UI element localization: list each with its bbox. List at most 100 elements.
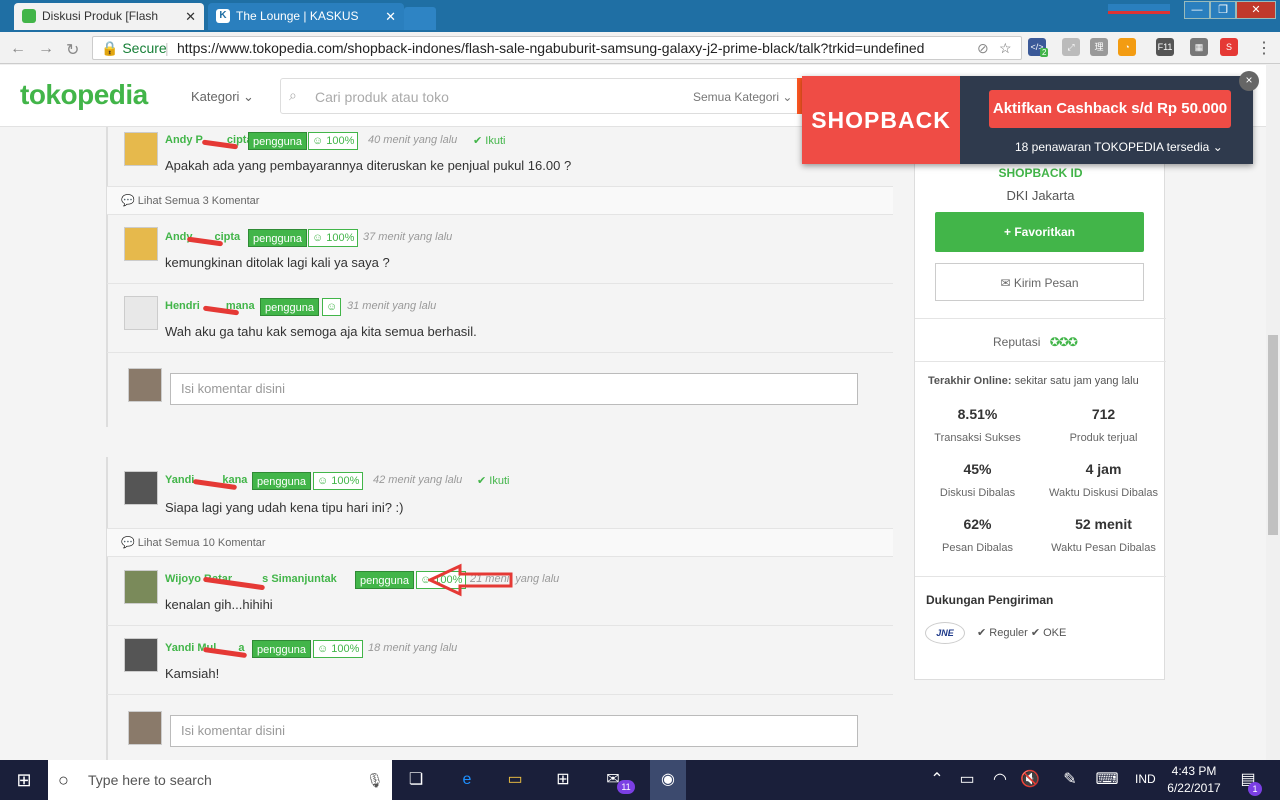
comment-icon: 💬 [121, 537, 135, 549]
pen-icon[interactable]: ✎ [1058, 768, 1082, 792]
comment-item: Hendri mana pengguna ☺ 31 menit yang lalu… [107, 284, 893, 353]
offers-dropdown[interactable]: 18 penawaran TOKOPEDIA tersedia ⌄ [1015, 140, 1223, 154]
avatar[interactable] [124, 638, 158, 672]
maximize-icon[interactable]: ❐ [1210, 1, 1236, 19]
file-explorer-icon[interactable]: ▭ [503, 768, 527, 792]
battery-icon[interactable]: ▭ [955, 768, 979, 792]
see-all-comments-link[interactable]: 💬 Lihat Semua 10 Komentar [107, 529, 893, 557]
stat-diskusi: 45% Diskusi Dibalas [939, 461, 1016, 499]
rss-icon[interactable]: ◔ [1118, 38, 1136, 56]
task-view-icon[interactable]: ❏ [404, 768, 428, 792]
microphone-icon[interactable]: 🎙 [366, 760, 384, 800]
search-icon: ⌕ [289, 87, 297, 103]
discussion-question: Andy Pcipta pengguna ☺ 100% 40 menit yan… [107, 128, 893, 187]
extension-icon[interactable]: 理 [1090, 38, 1108, 56]
search-category-select[interactable]: Semua Kategori ⌄ [693, 90, 792, 104]
lock-icon: 🔒 [101, 40, 119, 56]
tokopedia-logo[interactable]: tokopedia [20, 79, 148, 111]
forward-icon[interactable]: → [38, 40, 54, 58]
extension-icon[interactable]: ⤢ [1062, 38, 1080, 56]
question-text: Apakah ada yang pembayarannya diteruskan… [165, 158, 572, 173]
timestamp: 18 menit yang lalu [368, 642, 458, 654]
extension-icon[interactable]: ▦ [1190, 38, 1208, 56]
user-badge: pengguna [248, 229, 307, 247]
chrome-icon[interactable]: ◉ [650, 760, 686, 800]
extension-icon[interactable]: F11 [1156, 38, 1174, 56]
user-badge: pengguna [252, 472, 311, 490]
smile-icon: ☺ [312, 135, 324, 147]
see-all-comments-link[interactable]: 💬 Lihat Semua 3 Komentar [107, 187, 893, 215]
follow-button[interactable]: ✔ Ikuti [473, 134, 505, 147]
smile-icon: ☺ [312, 232, 324, 244]
comment-input[interactable]: Isi komentar disini [170, 715, 858, 747]
volume-muted-icon[interactable]: 🔇 [1018, 768, 1042, 792]
comment-icon: 💬 [121, 195, 135, 207]
stat-pesan: 62% Pesan Dibalas [942, 516, 1013, 554]
profile-button[interactable] [1108, 4, 1170, 14]
tab-the-lounge[interactable]: K The Lounge | KASKUS ✕ [208, 3, 404, 30]
favorite-button[interactable]: + Favoritkan [935, 212, 1144, 252]
reputation-badge: ☺ 100% [313, 640, 364, 658]
smile-icon: ☺ [317, 475, 329, 487]
user-badge: pengguna [248, 132, 307, 150]
stat-produk: 712 Produk terjual [1069, 406, 1138, 444]
timestamp: 31 menit yang lalu [347, 300, 437, 312]
avatar[interactable] [124, 132, 158, 166]
edge-browser-icon[interactable]: e [455, 768, 479, 792]
shopback-popup: SHOPBACK Aktifkan Cashback s/d Rp 50.000… [802, 76, 1253, 164]
cortana-icon: ○ [58, 770, 69, 790]
send-message-button[interactable]: ✉ Kirim Pesan [935, 263, 1144, 301]
avatar[interactable] [124, 471, 158, 505]
comment-text: kemungkinan ditolak lagi kali ya saya ? [165, 255, 390, 270]
user-badge: pengguna [260, 298, 319, 316]
comment-text: kenalan gih...hihihi [165, 597, 273, 612]
wifi-icon[interactable]: ◠ [988, 768, 1012, 792]
keyboard-icon[interactable]: ⌨ [1095, 768, 1119, 792]
shop-name[interactable]: SHOPBACK ID [915, 166, 1166, 180]
check-icon: ✔ [477, 475, 487, 487]
minimize-icon[interactable]: — [1184, 1, 1210, 19]
chevron-down-icon: ⌄ [243, 89, 254, 104]
search-box[interactable]: ⌕ Cari produk atau toko Semua Kategori ⌄ [280, 78, 800, 114]
page-scrollbar[interactable] [1266, 65, 1280, 760]
search-input[interactable]: Cari produk atau toko [315, 89, 449, 105]
store-icon[interactable]: ⊞ [551, 768, 575, 792]
close-tab-icon[interactable]: ✕ [185, 3, 196, 30]
shopback-logo: SHOPBACK [802, 76, 960, 164]
comment-input[interactable]: Isi komentar disini [170, 373, 858, 405]
current-user-avatar [128, 711, 162, 745]
show-hidden-icons-icon[interactable]: ⌃ [925, 768, 949, 792]
avatar[interactable] [124, 570, 158, 604]
tab-diskusi-produk[interactable]: Diskusi Produk [Flash Sal ✕ [14, 3, 204, 50]
windows-start-icon[interactable]: ⊞ [0, 760, 48, 800]
mail-badge: 11 [617, 780, 635, 794]
new-tab-button[interactable] [404, 7, 436, 30]
stat-waktu-pesan: 52 menit Waktu Pesan Dibalas [1051, 516, 1156, 554]
discussion-thread: Yandi kana pengguna ☺ 100% 42 menit yang … [106, 457, 893, 760]
clock-date: 6/22/2017 [1167, 781, 1221, 795]
reload-icon[interactable]: ↻ [66, 40, 79, 60]
close-popup-icon[interactable]: × [1239, 71, 1259, 91]
address-bar[interactable]: 🔒 Secure | https://www.tokopedia.com/sho… [92, 36, 1022, 60]
close-tab-icon[interactable]: ✕ [385, 3, 396, 30]
language-indicator[interactable]: IND [1135, 772, 1156, 786]
menu-icon[interactable]: ⋮ [1256, 38, 1272, 58]
kaskus-favicon-icon: K [216, 9, 230, 23]
taskbar-search-input[interactable]: ○ Type here to search 🎙 [48, 760, 392, 800]
avatar-placeholder-icon[interactable] [124, 296, 158, 330]
back-icon[interactable]: ← [10, 40, 26, 58]
activate-cashback-button[interactable]: Aktifkan Cashback s/d Rp 50.000 [989, 90, 1231, 128]
follow-button[interactable]: ✔ Ikuti [477, 474, 509, 487]
shopback-extension-icon[interactable]: S [1220, 38, 1238, 56]
secure-indicator[interactable]: 🔒 Secure [101, 37, 167, 59]
avatar[interactable] [124, 227, 158, 261]
shipping-options: ✔ Reguler ✔ OKE [977, 627, 1067, 639]
blocked-popup-icon[interactable]: ⊘ [977, 37, 989, 59]
scrollbar-thumb[interactable] [1268, 335, 1278, 535]
system-clock[interactable]: 4:43 PM 6/22/2017 [1164, 763, 1224, 797]
user-badge: pengguna [355, 571, 414, 589]
stat-transaksi: 8.51% Transaksi Sukses [934, 406, 1021, 444]
bookmark-star-icon[interactable]: ☆ [999, 37, 1012, 59]
close-window-icon[interactable]: ✕ [1236, 1, 1276, 19]
kategori-dropdown[interactable]: Kategori ⌄ [191, 89, 254, 105]
